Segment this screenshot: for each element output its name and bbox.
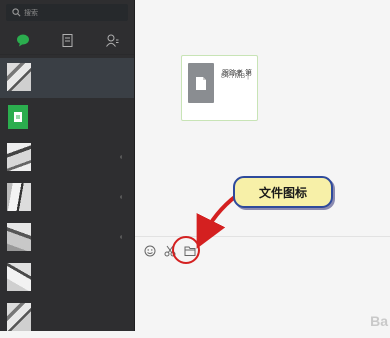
watermark: Ba	[370, 313, 388, 329]
annotation-callout: 文件图标	[233, 176, 333, 208]
annotation-arrow	[196, 194, 238, 249]
